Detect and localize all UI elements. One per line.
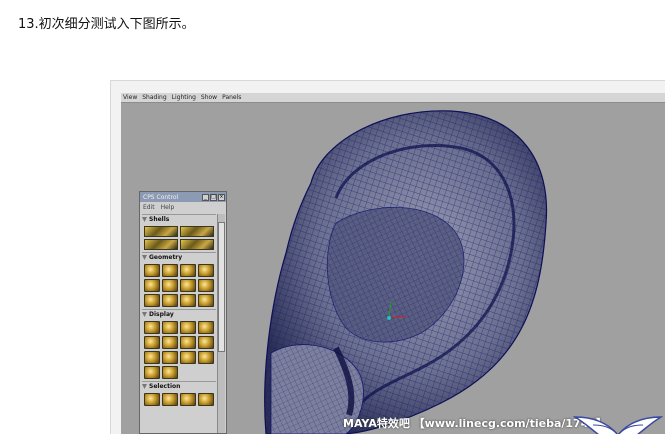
selection-tool-icon[interactable] [198, 393, 214, 406]
maya-window: View Shading Lighting Show Panels CPS Co… [121, 93, 665, 434]
selection-tool-icon[interactable] [144, 393, 160, 406]
display-tool-icon[interactable] [162, 351, 178, 364]
display-tool-icon[interactable] [198, 321, 214, 334]
geometry-tool-icon[interactable] [180, 294, 196, 307]
caption-text: 13.初次细分测试入下图所示。 [18, 17, 195, 32]
wings-logo-icon [573, 416, 663, 434]
geometry-tool-icon[interactable] [198, 264, 214, 277]
geometry-tool-icon[interactable] [198, 294, 214, 307]
display-tool-icon[interactable] [144, 321, 160, 334]
geometry-tool-icon[interactable] [198, 279, 214, 292]
cps-control-window: CPS Control _ □ × Edit Help Shells Geome… [139, 191, 227, 434]
display-tool-icon[interactable] [162, 336, 178, 349]
geometry-tool-icon[interactable] [162, 294, 178, 307]
geometry-tool-icon[interactable] [144, 294, 160, 307]
collapse-arrow-icon[interactable] [142, 255, 147, 260]
collapse-arrow-icon[interactable] [142, 312, 147, 317]
selection-tools [142, 391, 216, 408]
cps-menu-edit[interactable]: Edit [143, 204, 155, 211]
display-tool-icon[interactable] [180, 321, 196, 334]
display-tool-icon[interactable] [162, 366, 178, 379]
display-tool-icon[interactable] [144, 351, 160, 364]
menu-panels[interactable]: Panels [222, 94, 241, 101]
display-tool-icon[interactable] [144, 366, 160, 379]
cps-panel: Shells Geometry Display Selection [142, 214, 216, 433]
geometry-tool-icon[interactable] [144, 279, 160, 292]
cps-scrollbar[interactable] [217, 214, 225, 433]
section-shells[interactable]: Shells [142, 214, 216, 224]
display-tools [142, 319, 216, 381]
geometry-tool-icon[interactable] [144, 264, 160, 277]
selection-tool-icon[interactable] [180, 393, 196, 406]
geometry-tool-icon[interactable] [180, 264, 196, 277]
shell-tool-3-icon[interactable] [144, 239, 178, 250]
display-tool-icon[interactable] [198, 351, 214, 364]
section-geometry[interactable]: Geometry [142, 252, 216, 262]
display-tool-icon[interactable] [180, 351, 196, 364]
menu-lighting[interactable]: Lighting [172, 94, 196, 101]
display-tool-icon[interactable] [144, 336, 160, 349]
cps-titlebar[interactable]: CPS Control _ □ × [140, 192, 226, 202]
display-tool-icon[interactable] [162, 321, 178, 334]
collapse-arrow-icon[interactable] [142, 384, 147, 389]
section-selection[interactable]: Selection [142, 381, 216, 391]
maya-menubar: View Shading Lighting Show Panels [121, 93, 665, 103]
selection-tool-icon[interactable] [162, 393, 178, 406]
watermark-text: MAYA特效吧 【www.linecg.com/tieba/1745】 [343, 417, 608, 430]
cps-menubar: Edit Help [140, 202, 226, 212]
close-icon[interactable]: × [218, 193, 225, 201]
menu-shading[interactable]: Shading [142, 94, 166, 101]
minimize-icon[interactable]: _ [202, 193, 209, 201]
shell-tool-4-icon[interactable] [180, 239, 214, 250]
collapse-arrow-icon[interactable] [142, 217, 147, 222]
section-display[interactable]: Display [142, 309, 216, 319]
geometry-tools [142, 262, 216, 309]
shell-tool-2-icon[interactable] [180, 226, 214, 237]
shell-tool-1-icon[interactable] [144, 226, 178, 237]
maximize-icon[interactable]: □ [210, 193, 217, 201]
menu-view[interactable]: View [123, 94, 137, 101]
embedded-screenshot: View Shading Lighting Show Panels CPS Co… [110, 80, 665, 434]
menu-show[interactable]: Show [201, 94, 217, 101]
shells-tools [142, 224, 216, 252]
cps-menu-help[interactable]: Help [161, 204, 175, 211]
geometry-tool-icon[interactable] [180, 279, 196, 292]
geometry-tool-icon[interactable] [162, 264, 178, 277]
geometry-tool-icon[interactable] [162, 279, 178, 292]
scrollbar-thumb[interactable] [218, 222, 225, 352]
display-tool-icon[interactable] [180, 336, 196, 349]
display-tool-icon[interactable] [198, 336, 214, 349]
cps-title: CPS Control [143, 193, 179, 201]
